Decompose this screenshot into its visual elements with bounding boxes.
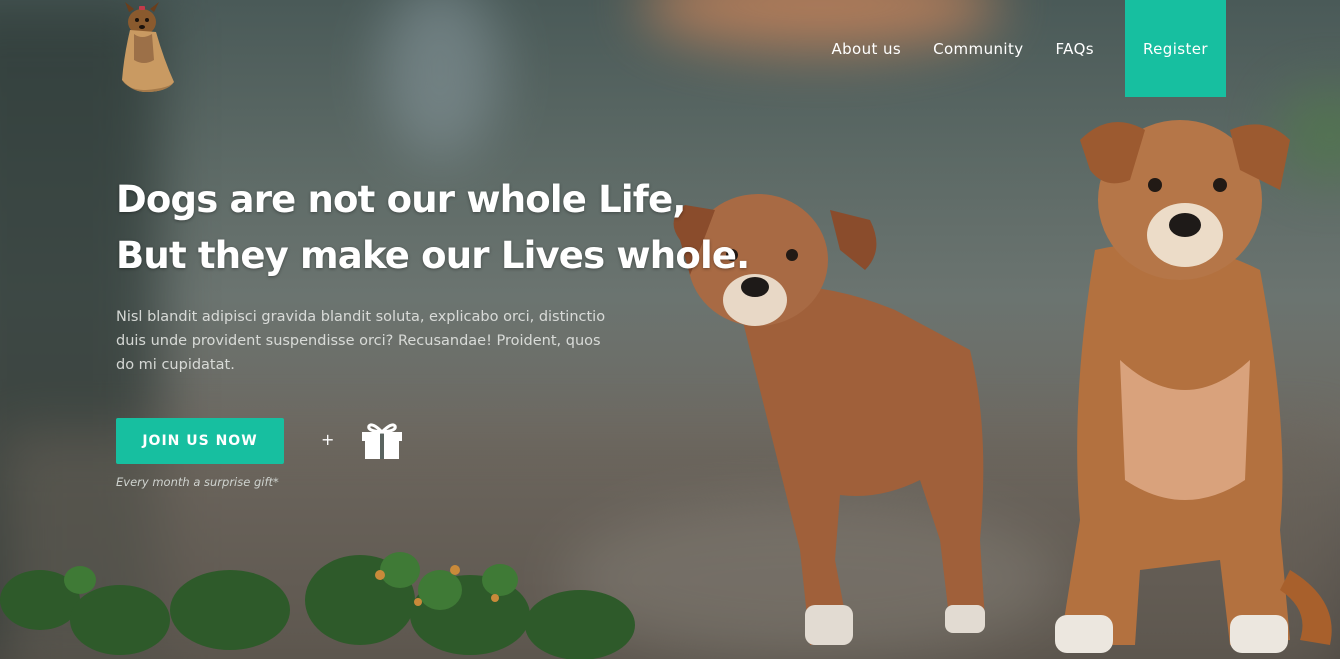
hero-description: Nisl blandit adipisci gravida blandit so… [116,309,606,373]
gift-icon [362,423,402,459]
headline-line-1: Dogs are not our whole Life, [116,178,686,221]
headline-line-2: But they make our Lives whole. [116,234,750,277]
nav-faqs[interactable]: FAQs [1056,40,1094,58]
right-puppy [1055,120,1332,653]
nav-about-us[interactable]: About us [831,40,901,58]
hero-section: About us Community FAQs Register Dogs ar… [0,0,1340,659]
join-us-button[interactable]: JOIN US NOW [116,418,284,464]
hero-headline: Dogs are not our whole Life, But they ma… [116,172,750,284]
nav-community[interactable]: Community [933,40,1023,58]
main-nav: About us Community FAQs Register [831,0,1226,97]
plus-sign: + [321,430,335,449]
register-button[interactable]: Register [1125,0,1226,97]
gift-note: Every month a surprise gift* [116,475,279,489]
background-blur-light [380,0,500,160]
foreground-plants [0,552,635,659]
yorkshire-terrier-logo[interactable] [112,0,182,96]
